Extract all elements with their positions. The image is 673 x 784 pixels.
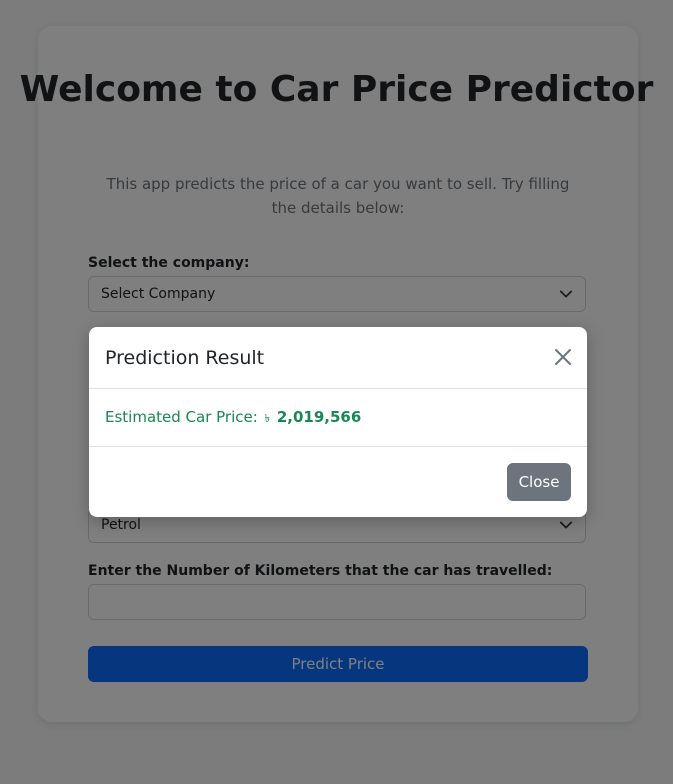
estimated-price-value: 2,019,566 bbox=[276, 408, 362, 426]
estimated-price-text: Estimated Car Price: ৳ 2,019,566 bbox=[105, 408, 361, 429]
modal-body: Estimated Car Price: ৳ 2,019,566 bbox=[89, 389, 587, 447]
result-prefix: Estimated Car Price: bbox=[105, 408, 258, 426]
close-icon[interactable] bbox=[553, 347, 573, 367]
close-button[interactable]: Close bbox=[507, 463, 571, 501]
modal-title: Prediction Result bbox=[105, 347, 265, 369]
prediction-modal: Prediction Result Estimated Car Price: ৳… bbox=[89, 327, 587, 517]
currency-symbol: ৳ bbox=[264, 412, 271, 425]
modal-header: Prediction Result bbox=[89, 327, 587, 389]
